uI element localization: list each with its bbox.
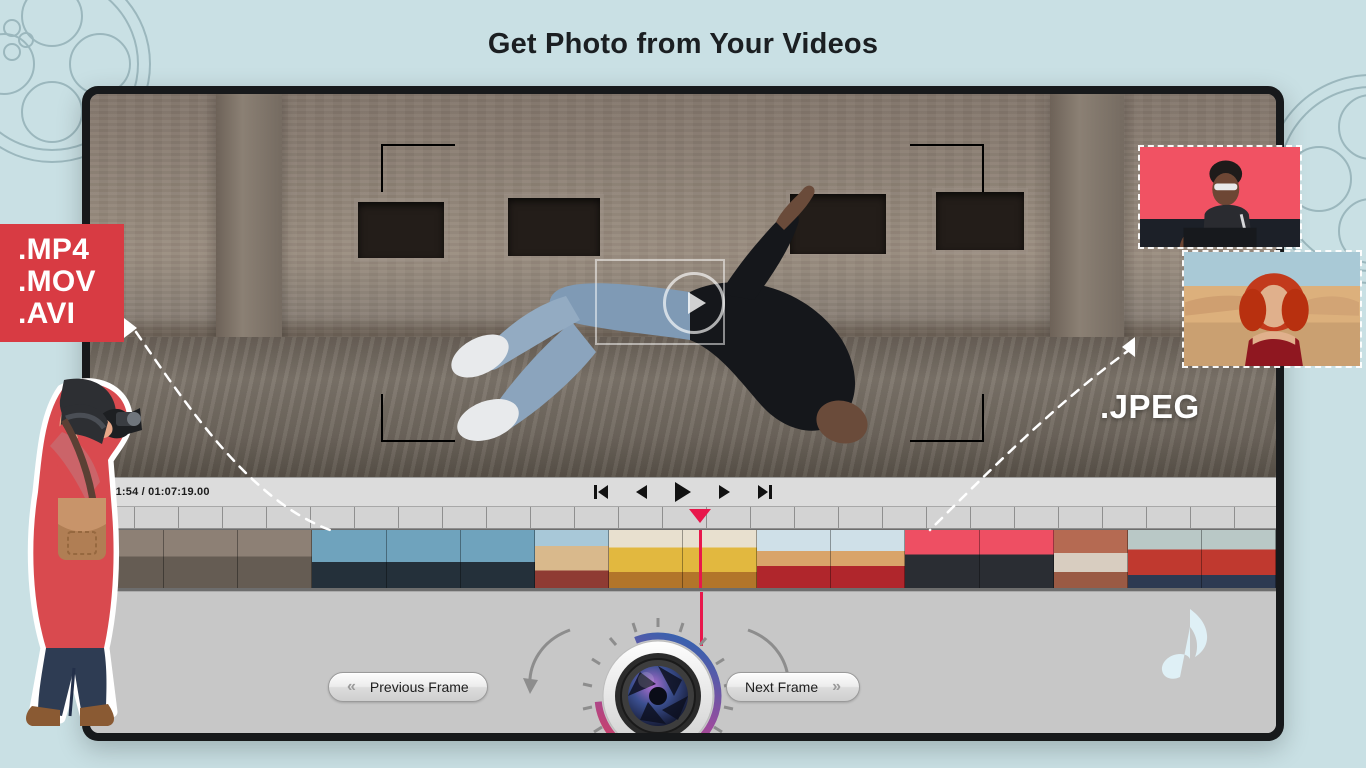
viewfinder-corner-top-right xyxy=(910,144,984,192)
filmstrip-frame[interactable] xyxy=(683,530,758,588)
playhead-line xyxy=(699,530,702,588)
chevron-double-right-icon: » xyxy=(832,678,842,695)
filmstrip-frame[interactable] xyxy=(238,530,313,588)
filmstrip-frame[interactable] xyxy=(757,530,832,588)
transport-controls xyxy=(90,482,1276,502)
output-format-arrow-icon xyxy=(1122,337,1135,357)
play-button[interactable] xyxy=(675,482,691,502)
skip-forward-icon xyxy=(758,485,772,499)
filmstrip-frame[interactable] xyxy=(534,530,610,588)
filmstrip-frame[interactable] xyxy=(608,530,684,588)
chevron-double-left-icon: « xyxy=(347,678,356,695)
viewfinder-corner-top-left xyxy=(381,144,455,192)
filmstrip-frame[interactable] xyxy=(460,530,535,588)
exported-photo-image xyxy=(1140,147,1300,247)
page-title: Get Photo from Your Videos xyxy=(487,28,879,60)
next-frame-label: Next Frame xyxy=(745,679,819,695)
step-backward-icon xyxy=(636,485,647,499)
playhead-marker[interactable] xyxy=(689,509,711,523)
exported-photo-pink-backdrop[interactable] xyxy=(1138,145,1302,249)
step-forward-button[interactable] xyxy=(719,485,730,499)
filmstrip-frame[interactable] xyxy=(831,530,906,588)
skip-to-end-button[interactable] xyxy=(758,485,772,499)
skip-back-icon xyxy=(594,485,608,499)
format-mov: .MOV xyxy=(18,265,96,299)
play-icon xyxy=(675,482,691,502)
viewfinder-corner-bottom-left xyxy=(381,394,455,442)
step-backward-button[interactable] xyxy=(636,485,647,499)
filmstrip-frame[interactable] xyxy=(979,530,1054,588)
control-panel: « Previous Frame Next Frame » xyxy=(90,591,1276,733)
photo-subject-woman-sunglasses xyxy=(1179,160,1257,247)
format-avi: .AVI xyxy=(18,297,76,331)
camera-shutter-dial-icon[interactable] xyxy=(578,614,738,733)
timeline-filmstrip[interactable] xyxy=(90,529,1276,591)
photographer-illustration xyxy=(26,378,142,726)
rotate-left-arrow-icon xyxy=(523,628,571,694)
filmstrip-frame[interactable] xyxy=(312,530,387,588)
video-preview[interactable] xyxy=(90,94,1276,477)
skip-to-start-button[interactable] xyxy=(594,485,608,499)
exported-photo-desert[interactable] xyxy=(1182,250,1362,368)
exported-photo-image xyxy=(1184,252,1360,366)
timeline-ruler[interactable] xyxy=(90,507,1276,529)
filmstrip-frame[interactable] xyxy=(905,530,980,588)
step-forward-icon xyxy=(719,485,730,499)
play-overlay-icon[interactable] xyxy=(663,272,725,334)
output-format-label: .JPEG xyxy=(1100,388,1200,425)
filmstrip-frame[interactable] xyxy=(1053,530,1128,588)
filmstrip-frame[interactable] xyxy=(1201,530,1276,588)
app-inner: :11:54 / 01:07:19.00 « Previous Frame Ne… xyxy=(90,94,1276,733)
transport-bar: :11:54 / 01:07:19.00 xyxy=(90,477,1276,507)
viewfinder-corner-bottom-right xyxy=(910,394,984,442)
next-frame-button[interactable]: Next Frame » xyxy=(726,672,861,702)
previous-frame-label: Previous Frame xyxy=(369,679,469,695)
filmstrip-frame[interactable] xyxy=(164,530,239,588)
music-note-icon xyxy=(1161,609,1208,679)
filmstrip-frame[interactable] xyxy=(386,530,461,588)
filmstrip-frame[interactable] xyxy=(1127,530,1203,588)
input-formats-badge: .MP4 .MOV .AVI xyxy=(0,224,124,343)
photo-subject-redhead-desert xyxy=(1185,273,1359,366)
format-mp4: .MP4 xyxy=(18,233,90,266)
previous-frame-button[interactable]: « Previous Frame xyxy=(328,672,488,702)
input-formats-arrow-icon xyxy=(124,318,137,338)
